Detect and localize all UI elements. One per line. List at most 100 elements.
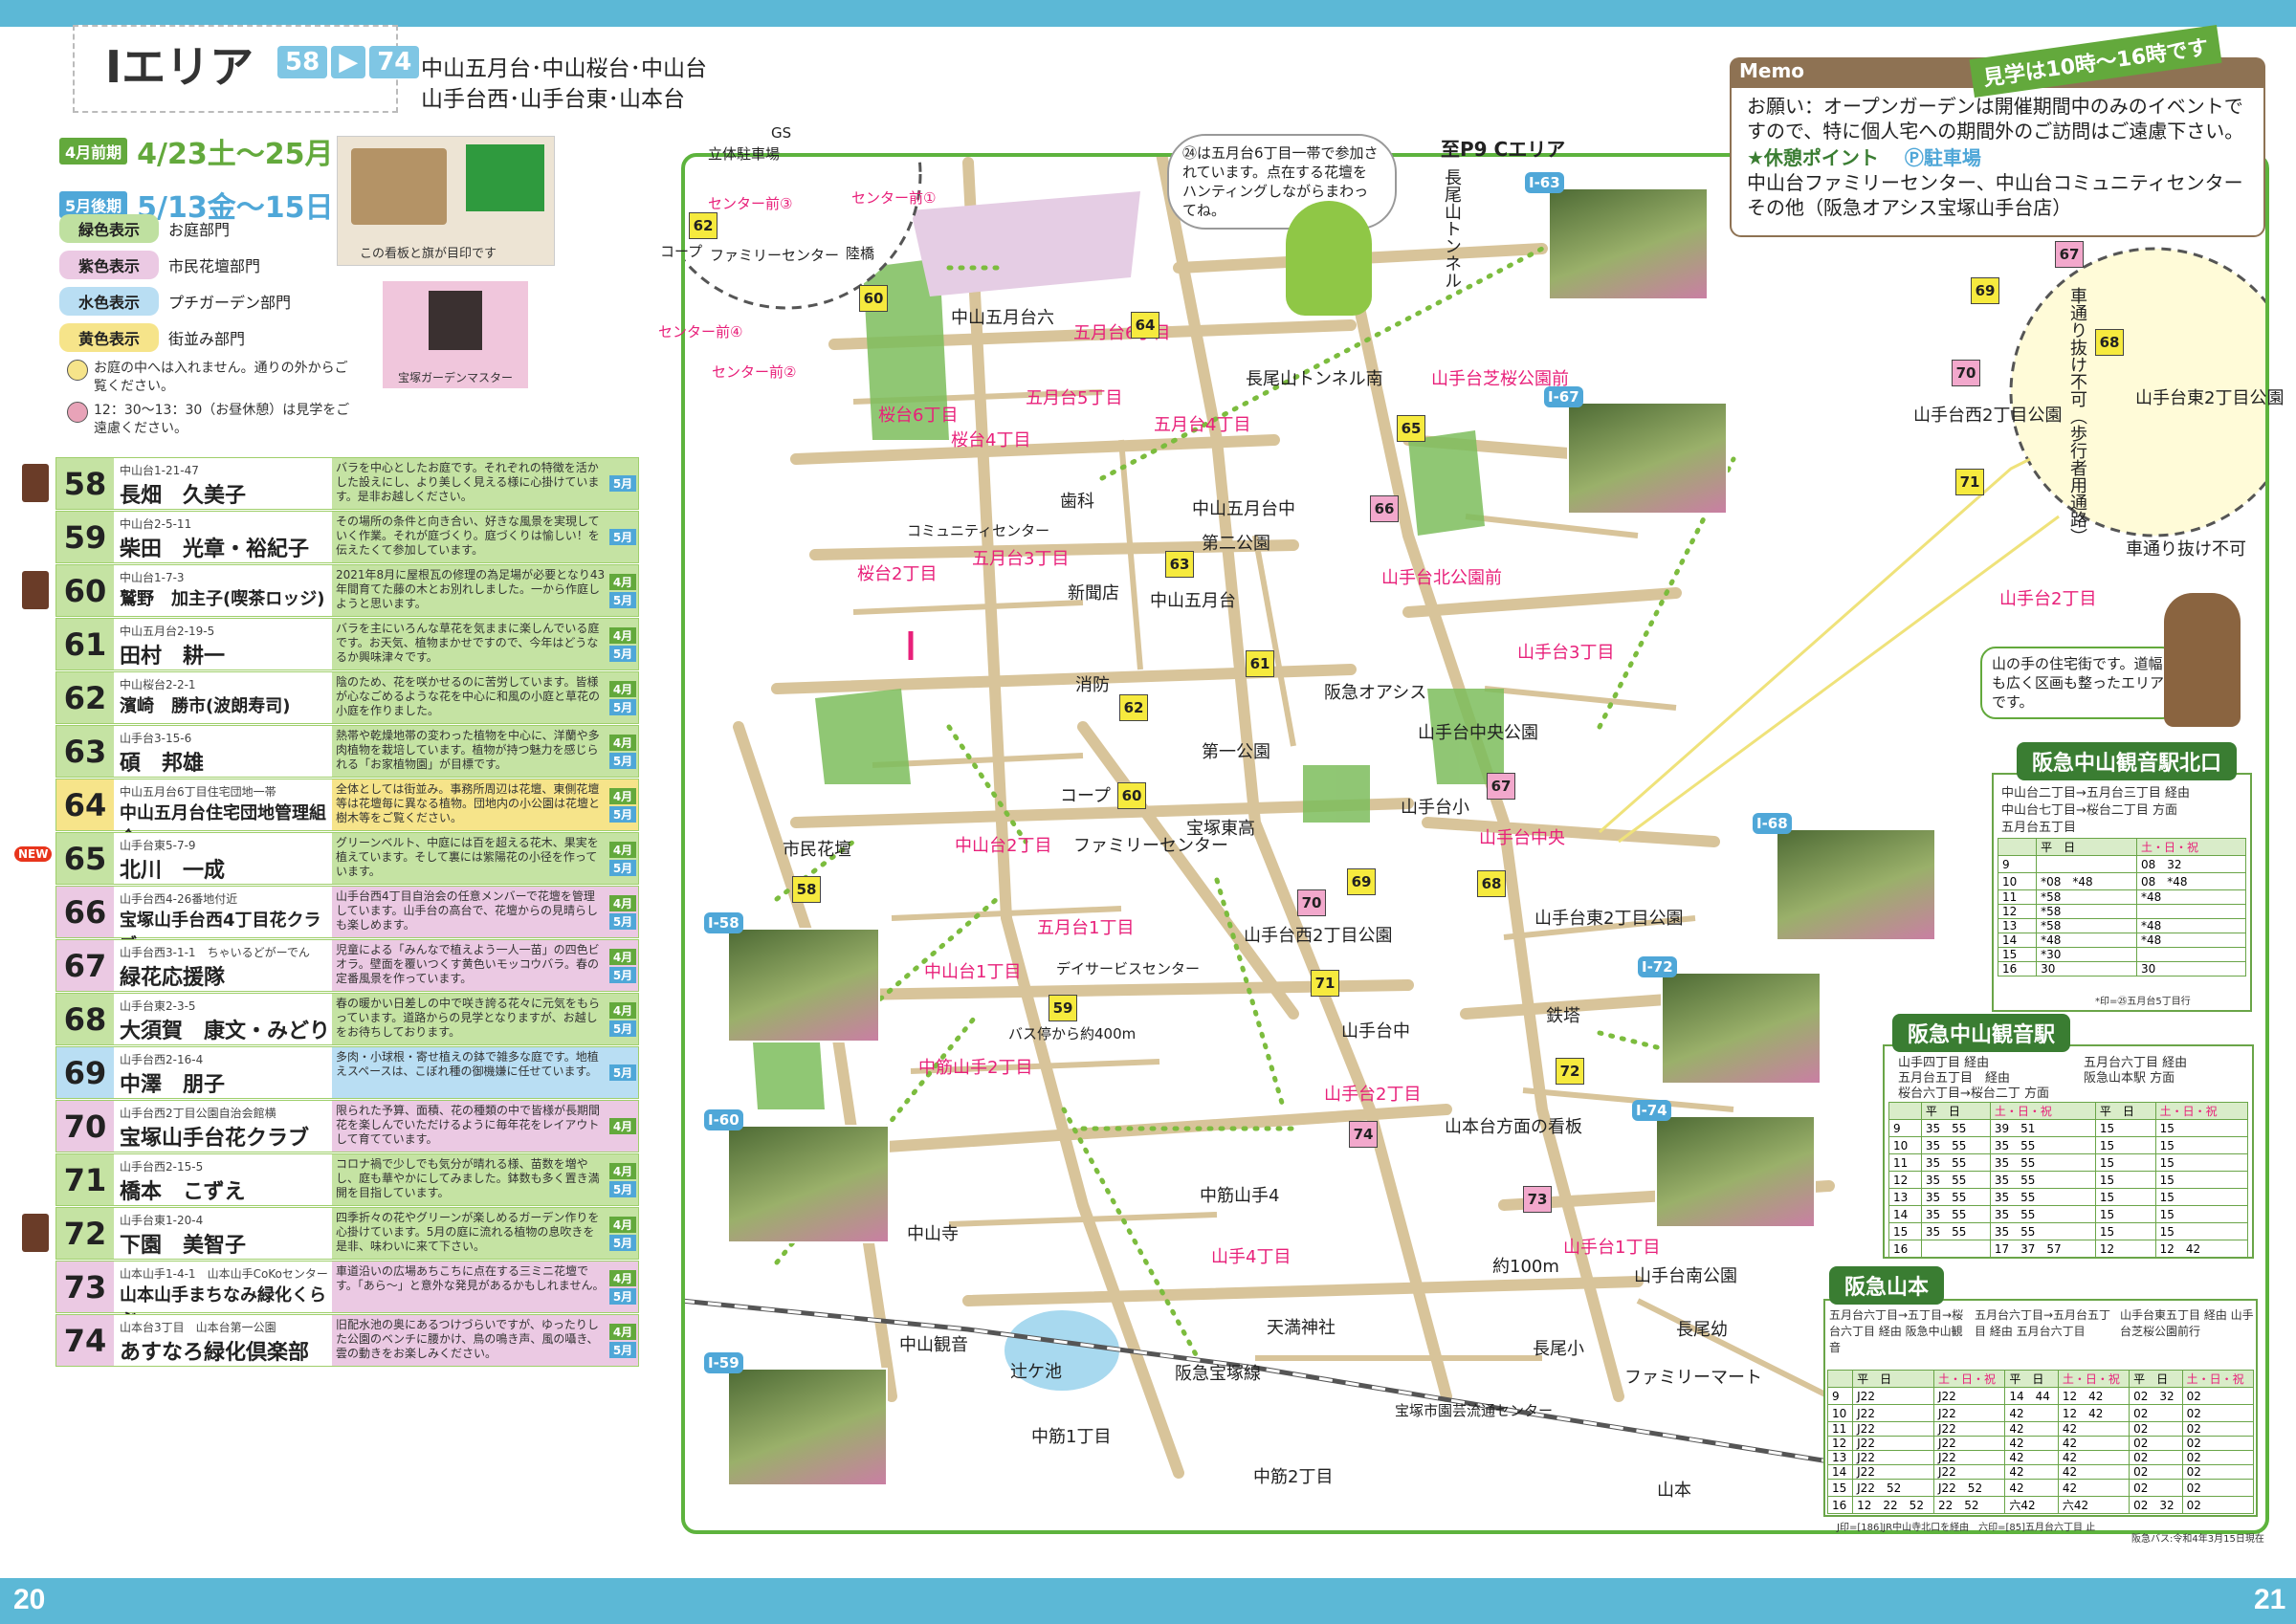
garden-description: 春の暖かい日差しの中で咲き誇る花々に元気をもらっています。道路からの見学となりま… <box>336 997 601 1039</box>
garden-pin-67[interactable]: 67 <box>1487 773 1515 800</box>
garden-pin-62[interactable]: 62 <box>1119 694 1148 721</box>
garden-pin-58[interactable]: 58 <box>792 876 821 903</box>
timetable-row: 10 35 55 35 55 15 15 <box>1888 1136 2249 1154</box>
garden-row[interactable]: 71 山手台西2-15-5 橋本 こずえ コロナ禍で少しでも気分が晴れる様、苗数を増や… <box>55 1153 639 1206</box>
timetable-row: 9 08 32 <box>1997 855 2246 873</box>
garden-description: 限られた予算、面積、花の種類の中で皆様が長期間花を楽しんでいただけるように毎年花… <box>336 1104 601 1146</box>
garden-pin-74[interactable]: 74 <box>1349 1121 1378 1148</box>
garden-row[interactable]: 63 山手台3-15-6 碩 邦雄 熱帯や乾燥地帯の変わった植物を中心に、洋蘭や多肉植… <box>55 725 639 778</box>
inset-pin-60[interactable]: 60 <box>859 285 888 312</box>
range-start: 58 <box>277 46 328 78</box>
inset-right-pin-70[interactable]: 70 <box>1952 360 1980 386</box>
garden-row[interactable]: 68 山手台東2-3-5 大須賀 康文・みどり 春の暖かい日差しの中で咲き誇る花々に元… <box>55 993 639 1045</box>
timetable-cell: 02 <box>2181 1479 2255 1497</box>
area-range: 58 ▶ 74 <box>277 46 420 78</box>
garden-pin-65[interactable]: 65 <box>1397 415 1425 442</box>
garden-row[interactable]: 60 中山台1-7-3 鷲野 加主子(喫茶ロッジ) 2021年8月に屋根瓦の修理の為足… <box>22 564 639 617</box>
garden-info: 山手台西4-26番地付近宝塚山手台西4丁目花クラブ <box>114 887 332 955</box>
garden-pin-72[interactable]: 72 <box>1556 1058 1584 1085</box>
garden-row[interactable]: 70 山手台西2丁目公園自治会館横 宝塚山手台花クラブ 限られた予算、面積、花の種類の… <box>55 1100 639 1152</box>
garden-photo <box>1776 828 1936 941</box>
garden-row[interactable]: 65 山手台東5-7-9 北川 一成 グリーンベルト、中庭には百を超える花木、果実を植… <box>14 832 639 885</box>
page-number-right: 21 <box>2254 1584 2286 1615</box>
garden-description: 多肉・小球根・寄せ植えの鉢で雑多な庭です。地植えスペースは、こぼれ種の御機嫌に任… <box>336 1050 599 1078</box>
timetable-cell: 02 <box>2129 1404 2183 1422</box>
inset-right-pin-71[interactable]: 71 <box>1955 469 1984 495</box>
timetable-cell: 12 <box>1826 1436 1854 1451</box>
timetable-cell: 12 <box>2094 1240 2156 1258</box>
legend: 緑色表示 お庭部門 紫色表示 市民花壇部門 水色表示 プチガーデン部門 黄色表示 街並み部門 <box>59 214 291 360</box>
s-col1b: 桜台六丁目→桜台二丁 方面 <box>1898 1086 2050 1101</box>
garden-pin-68[interactable]: 68 <box>1477 870 1506 897</box>
timetable-cell: 35 55 <box>1989 1222 2096 1240</box>
garden-row[interactable]: 64中山五月台6丁目住宅団地一帯中山五月台住宅団地管理組合全体としては街並み。事… <box>55 779 639 848</box>
garden-months: 5月 <box>609 512 636 562</box>
garden-row[interactable]: 62 中山桜台2-2-1 濱崎 勝市(波朗寿司) 陰のため、花を咲かせるのに苦労してい… <box>55 671 639 724</box>
garden-row[interactable]: 67 山手台西3-1-1 ちゃいるどがーでん 緑花応援隊 児童による「みんなで植えよう… <box>55 939 639 992</box>
garden-pin-70[interactable]: 70 <box>1297 889 1326 916</box>
timetable-cell: J22 52 <box>1932 1479 2006 1497</box>
garden-row[interactable]: 69 山手台西2-16-4 中澤 朋子 多肉・小球根・寄せ植えの鉢で雑多な庭です。地植… <box>55 1046 639 1099</box>
garden-pin-71[interactable]: 71 <box>1311 970 1339 997</box>
month-badge: 4月 <box>609 1162 636 1179</box>
garden-row[interactable]: 74 山本台3丁目 山本台第一公園 あすなろ緑化倶楽部 旧配水池の奥にあるつけづらいで… <box>55 1314 639 1367</box>
timetable-cell: 02 <box>2129 1479 2183 1497</box>
sign-photo-caption: この看板と旗が目印です <box>360 247 497 261</box>
inset-right-pin-68[interactable]: 68 <box>2095 329 2124 356</box>
garden-pin-59[interactable]: 59 <box>1049 995 1077 1021</box>
month-badge: 5月 <box>609 645 636 662</box>
garden-row[interactable]: 59 中山台2-5-11 柴田 光章・裕紀子 その場所の条件と向き合い、好きな風景を実… <box>55 511 639 563</box>
inset-pin-62[interactable]: 62 <box>689 212 718 239</box>
page-number-left: 20 <box>13 1584 46 1615</box>
garden-info: 山手台西2-15-5 橋本 こずえ <box>114 1154 332 1205</box>
timetable-cell: J22 <box>1932 1404 2006 1422</box>
month-badge: 5月 <box>609 1064 636 1081</box>
timetable-header-cell: 土・日・祝 <box>1989 1102 2096 1120</box>
garden-photo <box>727 928 880 1042</box>
garden-row[interactable]: 66山手台西4-26番地付近宝塚山手台西4丁目花クラブ山手台西4丁目自治会の任意… <box>55 886 639 955</box>
map-place-label: 山手台2丁目 <box>1324 1085 1422 1105</box>
timetable-cell: 02 <box>2181 1464 2255 1480</box>
map-place-label: 中山台1丁目 <box>924 962 1022 982</box>
garden-months: 5月 <box>609 1047 636 1098</box>
garden-row[interactable]: 73山本山手1-4-1 山本山手CoKoセンター山本山手まちなみ緑化くらぶ車道沿… <box>55 1261 639 1330</box>
map-place-label: 桜台6丁目 <box>878 406 959 426</box>
y-foot: J印=[186]JR中山寺北口を経由 六印=[85]五月台六丁目 止 <box>1837 1523 2096 1533</box>
timetable-cell: *08 *48 <box>2036 872 2138 890</box>
timetable-header-cell <box>1826 1370 1854 1388</box>
garden-description: 四季折々の花やグリーンが楽しめるガーデン作りを心掛けています。5月の庭に流れる植… <box>336 1211 600 1253</box>
garden-pin-69[interactable]: 69 <box>1347 868 1376 895</box>
garden-pin-63[interactable]: 63 <box>1165 551 1194 578</box>
timetable-cell: 35 55 <box>1920 1205 1991 1223</box>
map-place-label: 長尾山トンネル南 <box>1246 369 1383 389</box>
garden-address: 山本山手1-4-1 山本山手CoKoセンター <box>120 1267 328 1281</box>
garden-pin-61[interactable]: 61 <box>1246 650 1274 677</box>
month-badge: 5月 <box>609 1341 636 1358</box>
garden-pin-60[interactable]: 60 <box>1117 782 1146 809</box>
timetable-cell: 02 <box>2129 1464 2183 1480</box>
tunnel-label: 長尾山トンネル <box>1442 168 1462 289</box>
photo-tag: I-74 <box>1632 1100 1671 1121</box>
timetable-cell: J22 52 <box>1852 1479 1934 1497</box>
area-subtitle-line1: 中山五月台･中山桜台･中山台 <box>421 56 707 81</box>
garden-pin-73[interactable]: 73 <box>1523 1186 1552 1213</box>
map-place-label: 中筋山手2丁目 <box>918 1058 1033 1078</box>
map-place-label: 山手台中央公園 <box>1418 723 1538 743</box>
timetable-cell: 02 <box>2181 1387 2255 1405</box>
inset-right-pin-67[interactable]: 67 <box>2055 241 2084 268</box>
map-place-label: 山手台1丁目 <box>1563 1238 1661 1258</box>
timetable-cell: 42 <box>2057 1464 2130 1480</box>
garden-row[interactable]: 58 中山台1-21-47 長畑 久美子 バラを中心としたお庭です。それぞれの特徴を活… <box>22 457 639 510</box>
timetable-cell: 02 <box>2181 1450 2255 1465</box>
timetable-cell <box>2136 947 2246 962</box>
garden-pin-66[interactable]: 66 <box>1370 495 1399 522</box>
legend-chip: 緑色表示 <box>59 214 159 243</box>
garden-row[interactable]: 61 中山五月台2-19-5 田村 耕一 バラを主にいろんな草花を気ままに楽しんでいる… <box>55 618 639 670</box>
timetable-header-cell <box>1997 838 2038 856</box>
timetable-header-cell: 平 日 <box>1920 1102 1991 1120</box>
timetable-cell: 14 <box>1888 1205 1922 1223</box>
garden-address: 山手台東2-3-5 <box>120 999 196 1013</box>
inset-right-pin-69[interactable]: 69 <box>1971 277 1999 304</box>
garden-pin-64[interactable]: 64 <box>1131 312 1159 339</box>
garden-row[interactable]: 72 山手台東1-20-4 下園 美智子 四季折々の花やグリーンが楽しめるガーデン作り… <box>22 1207 639 1260</box>
